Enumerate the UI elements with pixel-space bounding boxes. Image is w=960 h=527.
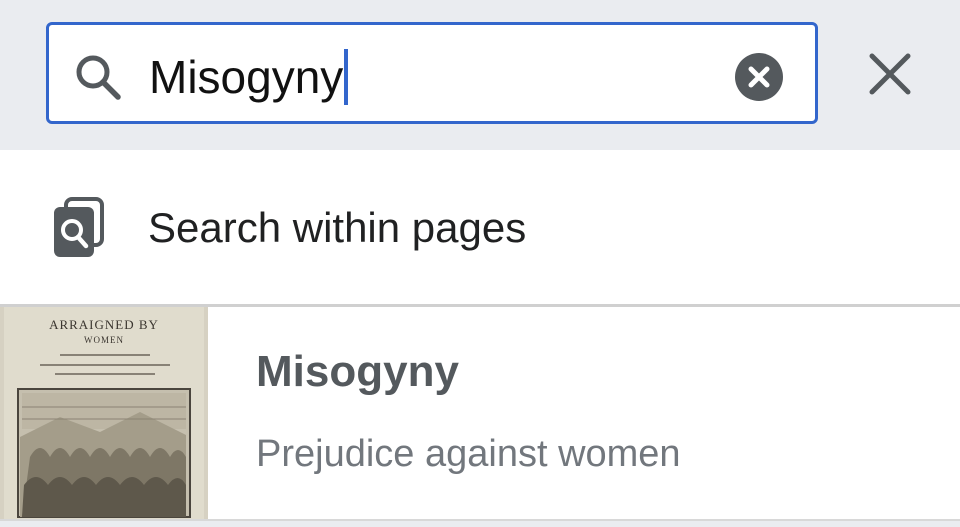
search-input[interactable]: Misogyny <box>46 22 818 124</box>
thumbnail-line-1: ARRAIGNED BY <box>49 317 159 332</box>
list-divider <box>0 519 960 527</box>
search-query-text[interactable]: Misogyny <box>149 47 349 107</box>
search-icon <box>76 55 121 100</box>
search-query: Misogyny <box>149 51 344 103</box>
search-pages-icon <box>54 197 104 257</box>
result-description: Prejudice against women <box>256 433 681 475</box>
search-within-pages-item[interactable]: Search within pages <box>0 150 960 307</box>
result-title: Misogyny <box>256 347 459 396</box>
thumbnail-line-2: WOMEN <box>84 335 124 345</box>
result-thumbnail: ARRAIGNED BY WOMEN <box>0 307 208 519</box>
search-within-pages-label: Search within pages <box>148 204 527 251</box>
text-caret <box>344 49 349 105</box>
close-icon[interactable] <box>866 50 914 98</box>
clear-icon[interactable] <box>735 53 783 101</box>
search-result-item[interactable]: ARRAIGNED BY WOMEN Misogyny Prejudice ag… <box>0 307 960 519</box>
search-header: Misogyny <box>0 0 960 151</box>
